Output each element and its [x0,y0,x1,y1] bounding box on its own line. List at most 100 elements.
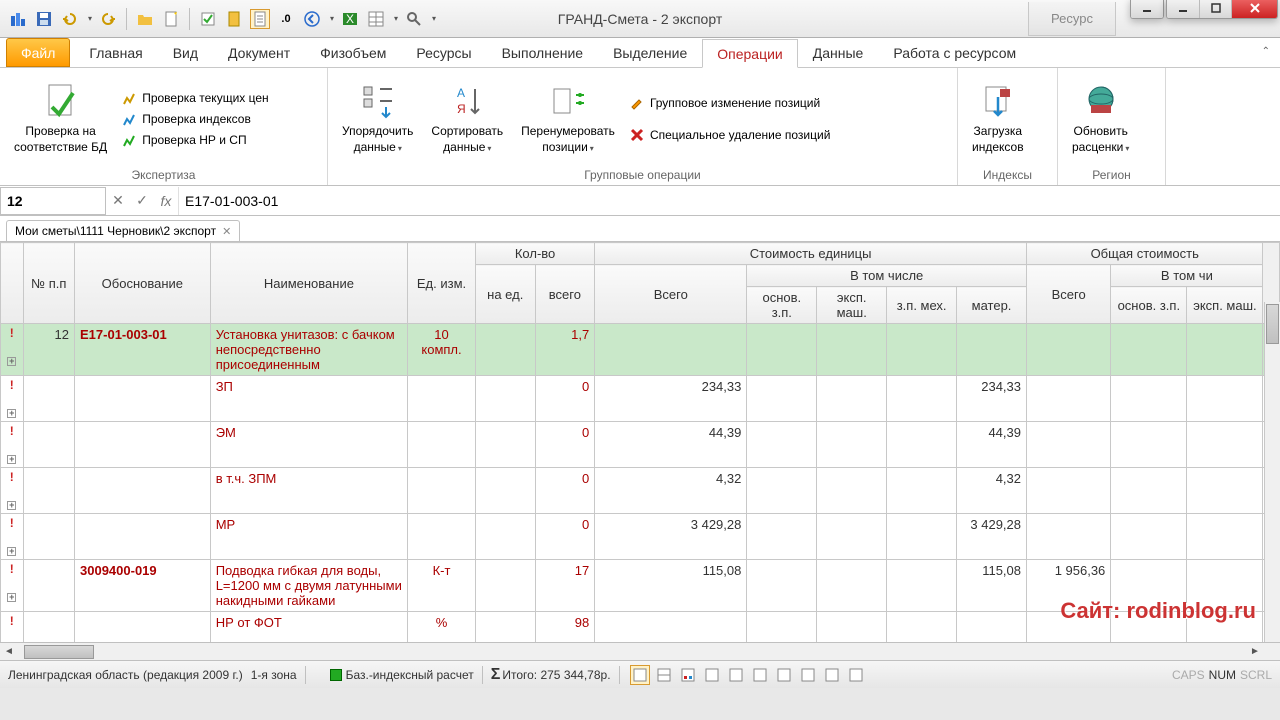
undo-more[interactable]: ▾ [88,14,92,23]
horizontal-scrollbar[interactable]: ◄ ► [0,642,1280,660]
table-row[interactable]: !+МР03 429,283 429,28 [1,514,1280,560]
qat-doc-icon[interactable] [250,9,270,29]
hdr-per[interactable]: на ед. [475,265,535,324]
qat-app-icon[interactable] [8,9,28,29]
expand-icon[interactable]: + [7,455,16,464]
expand-icon[interactable]: + [7,357,16,366]
document-tab[interactable]: Мои сметы\1111 Черновик\2 экспорт ✕ [6,220,240,241]
table-row[interactable]: !+ЗП0234,33234,33 [1,376,1280,422]
check-indices-button[interactable]: Проверка индексов [119,110,270,128]
expand-icon[interactable]: + [7,593,16,602]
view-mode-10[interactable] [846,665,866,685]
view-mode-7[interactable] [774,665,794,685]
resource-tab[interactable]: Ресурс [1028,2,1116,36]
table-row[interactable]: !+ЭМ044,3944,39 [1,422,1280,468]
tab-view[interactable]: Вид [158,38,213,67]
check-nr-sp-button[interactable]: Проверка НР и СП [119,131,270,149]
table-row[interactable]: !+в т.ч. ЗПМ04,324,32 [1,468,1280,514]
sort-data-button[interactable]: Упорядочить данные▾ [336,81,419,157]
view-mode-3[interactable] [678,665,698,685]
hdr-gem[interactable]: эксп. маш. [1187,287,1263,324]
ribbon-collapse-icon[interactable]: ⌃ [1262,46,1270,57]
qat-redo-icon[interactable] [98,9,118,29]
accept-edit-button[interactable]: ✓ [130,192,154,209]
update-prices-button[interactable]: Обновить расценки▾ [1066,81,1135,157]
view-mode-9[interactable] [822,665,842,685]
hdr-osn[interactable]: основ. з.п. [747,287,817,324]
mdi-min-button[interactable] [1131,0,1163,18]
ribbon: Проверка на соответствие БД Проверка тек… [0,68,1280,186]
hdr-mat[interactable]: матер. [957,287,1027,324]
load-indices-button[interactable]: Загрузка индексов [966,81,1030,157]
renumber-button[interactable]: Перенумеровать позиции▾ [515,81,621,157]
tab-exec[interactable]: Выполнение [487,38,598,67]
tab-operations[interactable]: Операции [702,39,798,68]
formula-input[interactable]: Е17-01-003-01 [178,187,1280,215]
qat-search-icon[interactable] [404,9,424,29]
table-row[interactable]: !+3009400-019Подводка гибкая для воды, L… [1,560,1280,612]
tab-document[interactable]: Документ [213,38,305,67]
hdr-totqty[interactable]: всего [535,265,595,324]
sort2-button[interactable]: АЯ Сортировать данные▾ [425,81,509,157]
tab-home[interactable]: Главная [74,38,157,67]
hdr-name[interactable]: Наименование [210,243,407,324]
qat-customize[interactable]: ▾ [432,14,436,23]
check-prices-button[interactable]: Проверка текущих цен [119,89,270,107]
hdr-gtot[interactable]: Всего [1027,265,1111,324]
tab-resources[interactable]: Ресурсы [401,38,486,67]
table-row[interactable]: !+НР от ФОТ%98 [1,612,1280,643]
cancel-edit-button[interactable]: ✕ [106,192,130,209]
hdr-zpm[interactable]: з.п. мех. [887,287,957,324]
view-mode-8[interactable] [798,665,818,685]
qat-save-icon[interactable] [34,9,54,29]
min-button[interactable] [1167,0,1199,18]
hdr-unit[interactable]: Ед. изм. [408,243,476,324]
qat-undo-icon[interactable] [60,9,80,29]
table-row[interactable]: !+12Е17-01-003-01Установка унитазов: с б… [1,324,1280,376]
view-mode-4[interactable] [702,665,722,685]
max-button[interactable] [1199,0,1231,18]
tab-data[interactable]: Данные [798,38,879,67]
hdr-grand-cost[interactable]: Общая стоимость [1027,243,1263,265]
hdr-ginc[interactable]: В том чи [1111,265,1263,287]
close-button[interactable] [1231,0,1277,18]
table-more[interactable]: ▾ [394,14,398,23]
back-more[interactable]: ▾ [330,14,334,23]
view-mode-2[interactable] [654,665,674,685]
name-box[interactable]: 12 [0,187,106,215]
expand-icon[interactable]: + [7,547,16,556]
group-edit-button[interactable]: Групповое изменение позиций [627,94,832,112]
view-mode-5[interactable] [726,665,746,685]
expand-icon[interactable]: + [7,501,16,510]
qat-table-icon[interactable] [366,9,386,29]
hdr-code[interactable]: Обоснование [75,243,211,324]
qat-back-icon[interactable] [302,9,322,29]
special-delete-button[interactable]: Специальное удаление позиций [627,126,832,144]
view-mode-6[interactable] [750,665,770,685]
fx-button[interactable]: fх [154,193,178,209]
check-bd-button[interactable]: Проверка на соответствие БД [8,81,113,157]
hdr-gosn[interactable]: основ. з.п. [1111,287,1187,324]
qat-dotzero-icon[interactable]: .0 [276,9,296,29]
status-bar: Ленинградская область (редакция 2009 г.)… [0,660,1280,688]
vertical-scrollbar[interactable] [1264,302,1280,642]
hdr-em[interactable]: эксп. маш. [817,287,887,324]
tab-selection[interactable]: Выделение [598,38,702,67]
qat-excel-icon[interactable]: X [340,9,360,29]
qat-folder-icon[interactable] [135,9,155,29]
tab-work-resource[interactable]: Работа с ресурсом [878,38,1031,67]
qat-page-icon[interactable] [224,9,244,29]
hdr-unit-cost[interactable]: Стоимость единицы [595,243,1027,265]
expand-icon[interactable]: + [7,409,16,418]
tab-phys[interactable]: Физобъем [305,38,401,67]
hdr-num[interactable]: № п.п [23,243,74,324]
qat-new-icon[interactable] [161,9,181,29]
qat-check-icon[interactable] [198,9,218,29]
tab-file[interactable]: Файл [6,38,70,67]
doc-close-icon[interactable]: ✕ [222,225,231,238]
estimate-table[interactable]: № п.п Обоснование Наименование Ед. изм. … [0,242,1280,642]
hdr-etot[interactable]: Всего [595,265,747,324]
hdr-qty[interactable]: Кол-во [475,243,594,265]
view-mode-1[interactable] [630,665,650,685]
hdr-inc[interactable]: В том числе [747,265,1027,287]
